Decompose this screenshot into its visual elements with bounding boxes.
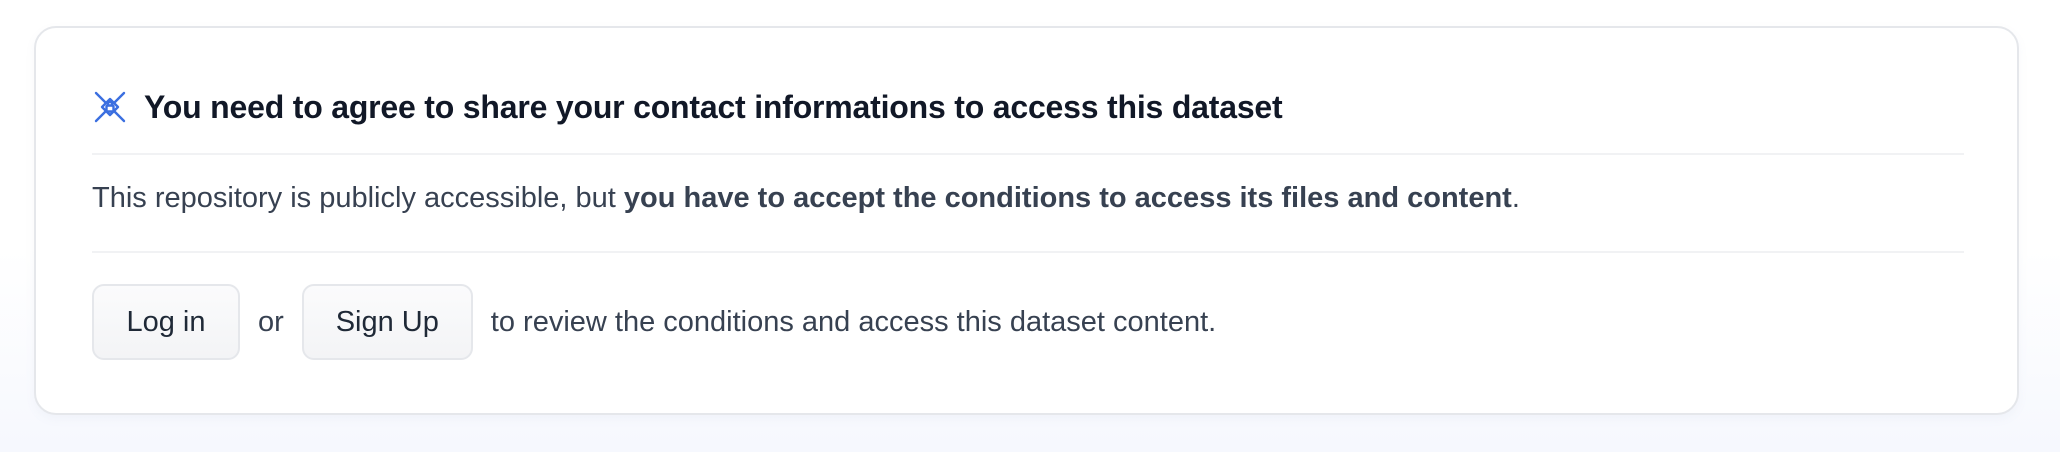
access-gate-card: You need to agree to share your contact … xyxy=(34,26,2019,415)
gate-heading-row: You need to agree to share your contact … xyxy=(92,82,1283,132)
notice-prefix: This repository is publicly accessible, … xyxy=(92,182,624,214)
signup-button[interactable]: Sign Up xyxy=(301,284,473,360)
login-button[interactable]: Log in xyxy=(92,284,240,360)
notice-suffix: . xyxy=(1511,182,1520,214)
notice-emphasis: you have to accept the conditions to acc… xyxy=(623,182,1512,214)
or-separator: or xyxy=(258,305,284,338)
heading-divider xyxy=(92,153,1964,155)
access-notice: This repository is publicly accessible, … xyxy=(92,182,1520,215)
review-conditions-text: to review the conditions and access this… xyxy=(490,305,1217,338)
notice-divider xyxy=(92,251,1964,253)
gated-dataset-icon xyxy=(94,91,126,123)
gate-heading: You need to agree to share your contact … xyxy=(144,88,1283,125)
auth-action-row: Log in or Sign Up to review the conditio… xyxy=(92,284,1216,360)
